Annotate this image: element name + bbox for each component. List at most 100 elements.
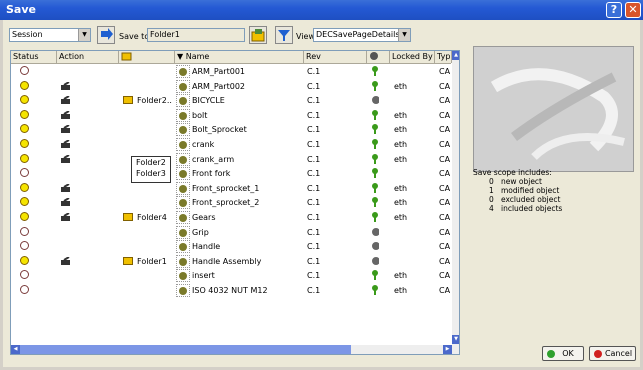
table-row[interactable]: Bolt_Sprocket C.1 eth CA [11, 122, 451, 137]
modify-action-icon[interactable] [61, 96, 71, 105]
lock-open-icon[interactable] [371, 270, 379, 281]
lock-open-icon[interactable] [371, 66, 379, 76]
filter-icon[interactable] [275, 26, 293, 44]
modify-action-icon[interactable] [61, 198, 71, 207]
scope-line: 4 included objects [489, 204, 563, 213]
save-to-icon[interactable] [97, 26, 115, 44]
column-type[interactable]: Typ [435, 51, 452, 63]
row-folder[interactable]: Folder2.. [137, 93, 172, 108]
column-locked-by[interactable]: Locked By [390, 51, 435, 63]
row-name: BICYCLE [192, 96, 225, 106]
table-row[interactable]: ARM_Part002 C.1 eth CA [11, 79, 451, 94]
table-row[interactable]: Grip C.1 CA [11, 225, 451, 240]
folder-icon [123, 256, 133, 265]
popup-item-folder3[interactable]: Folder3 [132, 168, 170, 179]
row-locked-by: eth [394, 81, 408, 91]
table-row[interactable]: Folder4 Gears C.1 eth CA [11, 210, 451, 225]
column-name[interactable]: ▼ Name [175, 51, 304, 63]
column-folder[interactable] [119, 51, 175, 63]
row-locked-by: eth [394, 140, 408, 149]
column-lock[interactable] [367, 51, 390, 63]
modify-action-icon[interactable] [61, 154, 71, 163]
lock-shared-icon[interactable] [371, 95, 379, 105]
save-scope-summary: Save scope includes: 0 new object 1 modifi… [473, 168, 562, 213]
scroll-left-icon[interactable]: ◀ [11, 345, 20, 354]
row-folder[interactable]: Folder1 [137, 254, 167, 269]
lock-open-icon[interactable] [371, 285, 379, 295]
row-rev: C.1 [307, 140, 321, 149]
table-row[interactable]: Handle C.1 CA [11, 239, 451, 254]
popup-item-folder2[interactable]: Folder2 [132, 157, 170, 168]
row-rev: C.1 [307, 256, 321, 266]
column-action[interactable]: Action [57, 51, 119, 63]
table-row[interactable]: Folder1 Handle Assembly C.1 CA [11, 254, 451, 269]
modify-action-icon[interactable] [61, 140, 71, 148]
table-row[interactable]: Front fork C.1 CA [11, 166, 451, 181]
column-rev[interactable]: Rev [304, 51, 367, 63]
horizontal-scrollbar[interactable]: ◀ ▶ [11, 345, 452, 354]
close-button[interactable]: ✕ [625, 2, 641, 18]
row-rev: C.1 [307, 125, 321, 135]
lock-shared-icon[interactable] [371, 256, 379, 266]
table-row[interactable]: Front_sprocket_2 C.1 eth CA [11, 195, 451, 210]
status-icon [20, 285, 29, 294]
lock-open-icon[interactable] [371, 197, 379, 208]
objects-table: Status Action ▼ Name Rev Locked By Typ A… [10, 50, 460, 355]
table-row[interactable]: ISO 4032 NUT M12 C.1 eth CA [11, 283, 451, 298]
scroll-up-icon[interactable]: ▲ [452, 51, 459, 60]
lock-open-icon[interactable] [371, 80, 379, 91]
row-rev: C.1 [307, 242, 321, 252]
modify-action-icon[interactable] [61, 213, 71, 221]
lock-open-icon[interactable] [371, 109, 379, 120]
lock-open-icon[interactable] [371, 153, 379, 164]
row-rev: C.1 [307, 213, 321, 222]
modify-action-icon[interactable] [61, 110, 71, 119]
lock-shared-icon[interactable] [371, 241, 379, 251]
scroll-right-icon[interactable]: ▶ [443, 345, 452, 354]
vertical-scrollbar[interactable]: ▲ ▼ [452, 51, 459, 354]
scope-select[interactable]: Session ▼ [9, 28, 91, 42]
modify-action-icon[interactable] [61, 125, 71, 134]
status-icon [20, 139, 29, 148]
table-row[interactable]: crank_arm C.1 eth CA [11, 152, 451, 167]
browse-folder-icon[interactable] [249, 26, 267, 44]
modify-action-icon[interactable] [61, 183, 71, 192]
table-row[interactable]: bolt C.1 eth CA [11, 108, 451, 123]
chevron-down-icon[interactable]: ▼ [398, 29, 410, 41]
table-row[interactable]: ARM_Part001 C.1 CA [11, 64, 451, 79]
table-row[interactable]: crank C.1 eth CA [11, 137, 451, 152]
row-rev: C.1 [307, 286, 321, 295]
modify-action-icon[interactable] [61, 81, 71, 90]
table-row[interactable]: insert C.1 eth CA [11, 268, 451, 283]
status-icon [20, 168, 29, 178]
cancel-button[interactable]: Cancel [589, 346, 636, 361]
scroll-down-icon[interactable]: ▼ [452, 335, 459, 344]
ok-button[interactable]: OK [542, 346, 584, 361]
row-name: Gears [192, 213, 216, 222]
row-locked-by: eth [394, 213, 408, 222]
scroll-thumb[interactable] [20, 345, 351, 354]
lock-open-icon[interactable] [371, 124, 379, 135]
status-icon [20, 226, 29, 236]
column-status[interactable]: Status [11, 51, 57, 63]
part-icon [179, 243, 187, 252]
scope-line: 0 excluded object [489, 195, 561, 204]
folder-popup: Folder2 Folder3 [131, 156, 171, 183]
help-button[interactable]: ? [606, 2, 622, 18]
modify-action-icon[interactable] [61, 256, 71, 265]
table-row[interactable]: Front_sprocket_1 C.1 eth CA [11, 181, 451, 196]
chevron-down-icon[interactable]: ▼ [78, 29, 90, 41]
column-name-label: Name [185, 52, 210, 61]
scope-line: 0 new object [489, 177, 542, 186]
part-icon [179, 68, 187, 76]
status-icon [20, 66, 29, 75]
lock-open-icon[interactable] [371, 139, 379, 149]
row-folder[interactable]: Folder4 [137, 210, 167, 225]
table-row[interactable]: Folder2.. BICYCLE C.1 CA [11, 93, 451, 108]
lock-open-icon[interactable] [371, 168, 379, 179]
save-to-field[interactable]: Folder1 [147, 28, 245, 42]
view-select[interactable]: DECSavePageDetails ▼ [313, 28, 411, 42]
lock-open-icon[interactable] [371, 212, 379, 222]
lock-open-icon[interactable] [371, 182, 379, 193]
lock-shared-icon[interactable] [371, 227, 379, 237]
